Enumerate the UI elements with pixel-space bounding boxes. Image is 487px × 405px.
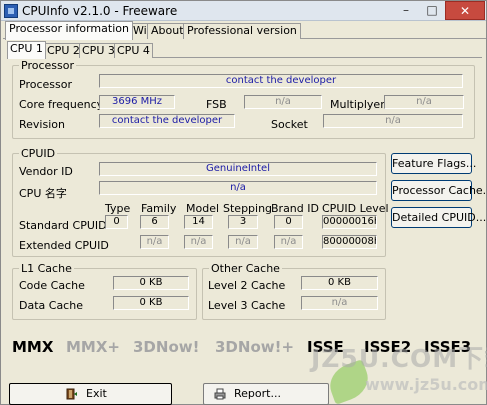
feature-mmx: MMX <box>12 338 54 356</box>
cpu-name-label: CPU 名字 <box>19 187 67 200</box>
feature-mmx-plus: MMX+ <box>66 338 120 356</box>
cpuid-group-title: CPUID <box>19 147 58 160</box>
fsb-label: FSB <box>206 98 227 111</box>
standard-stepping: 3 <box>228 215 258 229</box>
standard-family: 6 <box>140 215 169 229</box>
core-frequency-value: 3696 MHz <box>99 95 175 109</box>
header-brand-id: Brand ID <box>271 202 319 215</box>
processor-cache-button[interactable]: Processor Cache... <box>391 180 487 201</box>
minimize-button[interactable]: – <box>393 1 419 20</box>
cpu-name-value: n/a <box>99 181 377 195</box>
level2-cache-label: Level 2 Cache <box>208 279 286 292</box>
standard-type: 0 <box>105 215 128 229</box>
other-cache-group-title: Other Cache <box>209 262 282 275</box>
multiplier-value: n/a <box>384 95 464 109</box>
vendor-id-label: Vendor ID <box>19 165 73 178</box>
tab-cpu-3[interactable]: CPU 3 <box>79 43 118 58</box>
exit-door-icon <box>66 388 77 400</box>
extended-brand-id: n/a <box>274 235 303 249</box>
detailed-cpuid-button[interactable]: Detailed CPUID... <box>391 207 486 228</box>
main-tab-strip: Processor information Windows About Prof… <box>3 21 486 40</box>
tab-cpu-2[interactable]: CPU 2 <box>44 43 83 58</box>
feature-3dnow-plus: 3DNow!+ <box>215 338 295 356</box>
revision-value: contact the developer <box>99 114 235 128</box>
watermark-url: www.jz5u.com <box>365 375 487 394</box>
standard-cpuid-label: Standard CPUID <box>19 219 107 232</box>
printer-icon <box>214 388 226 400</box>
watermark-text: JZ5U.COM下载 <box>311 344 487 373</box>
feature-3dnow: 3DNow! <box>133 338 200 356</box>
socket-value: n/a <box>323 114 463 128</box>
tab-cpu-1[interactable]: CPU 1 <box>7 41 46 59</box>
watermark: JZ5U.COM下载 www.jz5u.com <box>309 335 487 405</box>
exit-button-label: Exit <box>86 387 107 400</box>
l1-cache-group-title: L1 Cache <box>19 262 74 275</box>
header-type: Type <box>105 202 131 215</box>
cpuinfo-window: CPUInfo v2.1.0 - Freeware – □ ✕ Processo… <box>0 0 487 405</box>
header-model: Model <box>186 202 220 215</box>
vendor-id-value: GenuineIntel <box>99 162 377 176</box>
core-frequency-label: Core frequency <box>19 98 104 111</box>
exit-button[interactable]: Exit <box>9 383 172 405</box>
cpu-tab-strip: CPU 1 CPU 2 CPU 3 CPU 4 <box>7 41 482 59</box>
window-title: CPUInfo v2.1.0 - Freeware <box>22 4 178 18</box>
level3-cache-label: Level 3 Cache <box>208 299 286 312</box>
code-cache-label: Code Cache <box>19 279 85 292</box>
report-button[interactable]: Report... <box>203 383 329 405</box>
header-cpuid-level: CPUID Level <box>322 202 389 215</box>
tab-professional-version[interactable]: Professional version <box>183 23 301 39</box>
app-icon <box>4 4 18 18</box>
data-cache-label: Data Cache <box>19 299 83 312</box>
standard-cpuid-level: 00000016h <box>322 215 377 229</box>
title-bar[interactable]: CPUInfo v2.1.0 - Freeware – □ ✕ <box>1 1 486 21</box>
multiplier-label: Multiplyer <box>330 98 385 111</box>
close-button[interactable]: ✕ <box>445 1 485 20</box>
extended-stepping: n/a <box>228 235 258 249</box>
extended-family: n/a <box>140 235 169 249</box>
tab-cpu-4[interactable]: CPU 4 <box>114 43 153 58</box>
extended-cpuid-level: 80000008h <box>322 235 377 249</box>
socket-label: Socket <box>271 118 308 131</box>
standard-model: 14 <box>184 215 213 229</box>
report-button-label: Report... <box>234 387 281 400</box>
level2-cache-value: 0 KB <box>301 276 378 290</box>
processor-group-title: Processor <box>19 59 76 72</box>
revision-label: Revision <box>19 118 65 131</box>
data-cache-value: 0 KB <box>113 296 189 310</box>
code-cache-value: 0 KB <box>113 276 189 290</box>
extended-model: n/a <box>184 235 213 249</box>
feature-flags-button[interactable]: Feature Flags... <box>391 153 476 174</box>
maximize-button[interactable]: □ <box>419 1 445 20</box>
extended-cpuid-label: Extended CPUID <box>19 239 109 252</box>
standard-brand-id: 0 <box>274 215 303 229</box>
fsb-value: n/a <box>244 95 322 109</box>
header-stepping: Stepping <box>223 202 273 215</box>
header-family: Family <box>141 202 177 215</box>
tab-about[interactable]: About <box>147 23 188 39</box>
tab-processor-information[interactable]: Processor information <box>5 21 133 40</box>
processor-label: Processor <box>19 78 72 91</box>
level3-cache-value: n/a <box>301 296 378 310</box>
processor-value: contact the developer <box>99 74 463 88</box>
